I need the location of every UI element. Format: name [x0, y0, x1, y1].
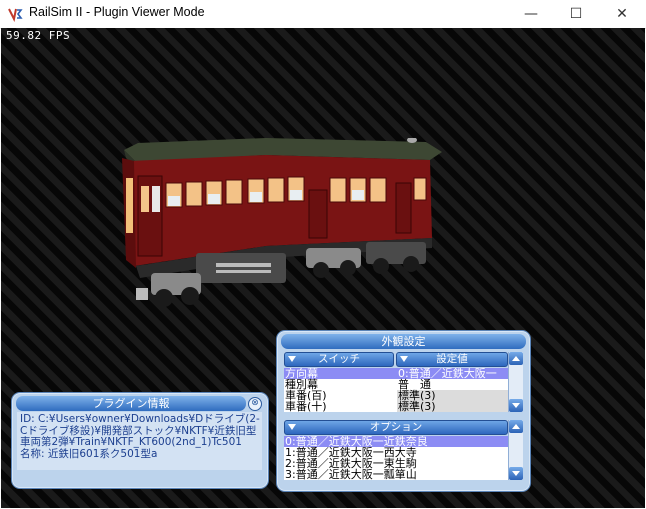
plugin-name: 名称: 近鉄旧601系ク501型a	[20, 447, 158, 460]
option-list[interactable]: 0:普通／近鉄大阪一近鉄奈良 1:普通／近鉄大阪一西大寺 2:普通／近鉄大阪一東…	[284, 436, 512, 480]
option-header[interactable]: オプション	[284, 420, 508, 435]
sort-arrow-icon	[288, 356, 296, 362]
plugin-id: ID: C:¥Users¥owner¥Downloads¥Dドライブ(2-Cドラ…	[20, 413, 260, 448]
fps-counter: 59.82 FPS	[6, 29, 71, 42]
plugin-info-panel: プラグイン情報 ⊗ ID: C:¥Users¥owner¥Downloads¥D…	[11, 392, 269, 489]
appearance-panel-title: 外観設定	[281, 334, 526, 349]
down-arrow-icon	[512, 403, 520, 408]
switch-list-scrollbar[interactable]	[508, 352, 523, 412]
scroll-down-button[interactable]	[509, 399, 523, 412]
close-icon[interactable]: ⊗	[248, 397, 262, 411]
maximize-button[interactable]: ☐	[553, 0, 599, 28]
sort-arrow-icon	[400, 356, 408, 362]
plugin-info-text: ID: C:¥Users¥owner¥Downloads¥Dドライブ(2-Cドラ…	[17, 412, 262, 470]
scroll-up-button[interactable]	[509, 420, 523, 433]
sort-arrow-icon	[288, 424, 296, 430]
scroll-down-button[interactable]	[509, 467, 523, 480]
up-arrow-icon	[512, 424, 520, 429]
minimize-button[interactable]: —	[508, 0, 554, 28]
railsim-app-icon	[8, 7, 23, 22]
3d-viewport[interactable]: 59.82 FPS 外観設定 スイッチ 設定値 方向幕 0:普通／近鉄大阪一 種…	[1, 28, 645, 508]
train-model-render	[122, 138, 442, 307]
scroll-up-button[interactable]	[509, 352, 523, 365]
plugin-panel-title: プラグイン情報	[16, 396, 246, 411]
switch-row[interactable]: 車番(十) 標準(3)	[284, 401, 512, 412]
window-title: RailSim II - Plugin Viewer Mode	[29, 5, 205, 19]
option-list-scrollbar[interactable]	[508, 420, 523, 480]
switch-list[interactable]: 方向幕 0:普通／近鉄大阪一 種別幕 普 通 車番(百) 標準(3) 車番(十)…	[284, 368, 512, 412]
down-arrow-icon	[512, 471, 520, 476]
appearance-settings-panel: 外観設定 スイッチ 設定値 方向幕 0:普通／近鉄大阪一 種別幕 普 通 車番(…	[276, 330, 531, 492]
title-bar: RailSim II - Plugin Viewer Mode — ☐ ✕	[0, 0, 646, 29]
option-row[interactable]: 3:普通／近鉄大阪一瓢箪山	[284, 469, 512, 480]
close-button[interactable]: ✕	[599, 0, 645, 28]
value-column-header[interactable]: 設定値	[396, 352, 508, 367]
switch-column-header[interactable]: スイッチ	[284, 352, 394, 367]
up-arrow-icon	[512, 356, 520, 361]
